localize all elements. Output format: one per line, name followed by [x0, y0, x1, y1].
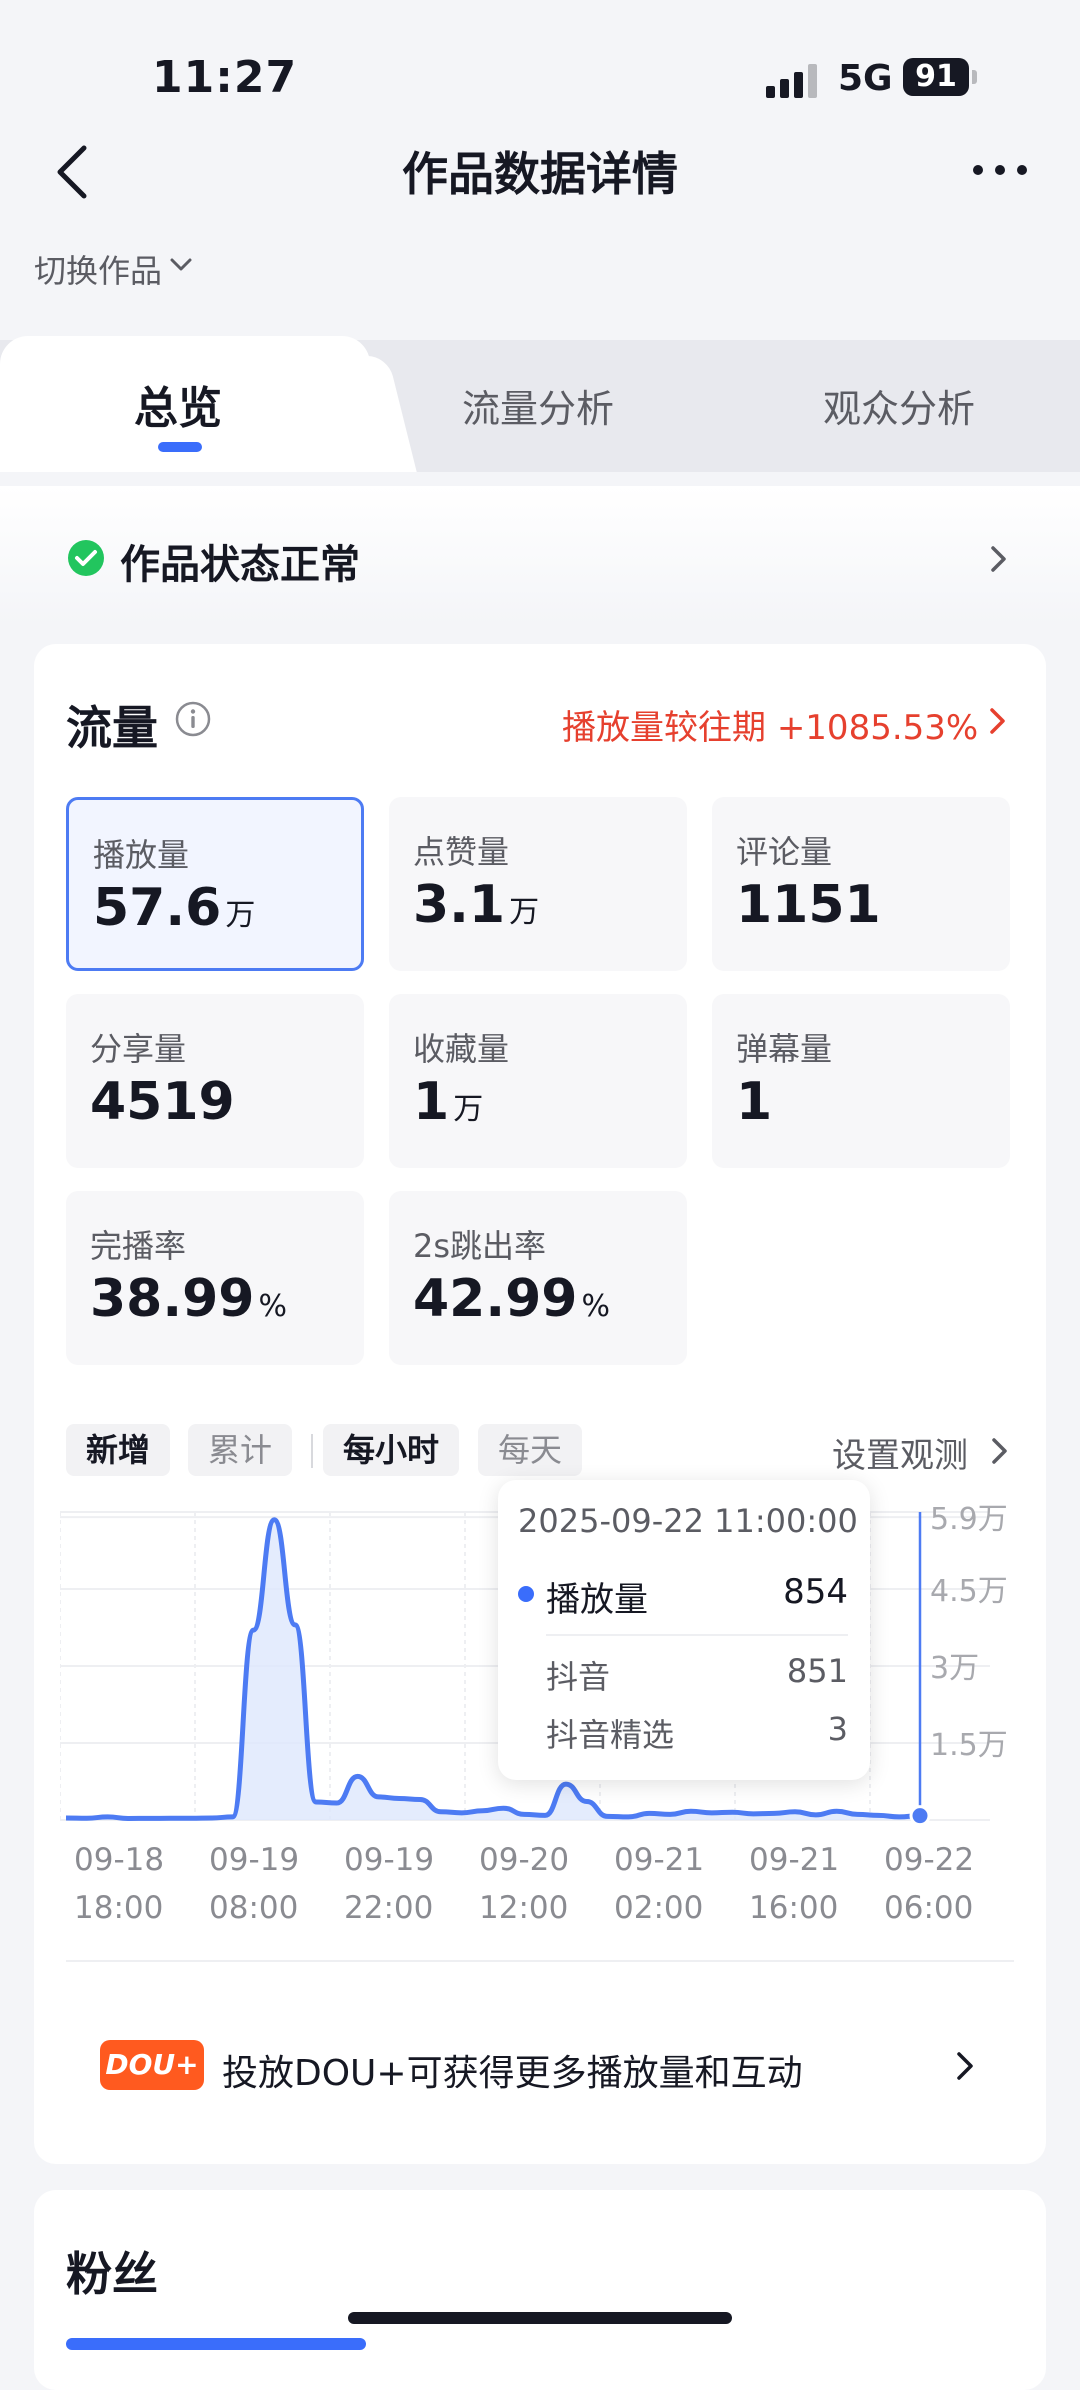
info-icon[interactable]	[174, 700, 212, 738]
x-tick-label: 09-21	[749, 1842, 839, 1878]
tooltip-series-label: 播放量	[546, 1580, 648, 1620]
signal-icon	[766, 64, 817, 98]
page-title: 作品数据详情	[402, 147, 678, 201]
chevron-right-icon[interactable]	[988, 544, 1010, 574]
fans-tab-indicator	[66, 2338, 366, 2350]
metric-comment-count[interactable]: 评论量 1151	[712, 797, 1010, 971]
x-tick-label: 09-20	[479, 1842, 569, 1878]
metric-completion-rate[interactable]: 完播率 38.99%	[66, 1191, 364, 1365]
metric-label: 完播率	[90, 1227, 187, 1265]
more-dots-icon[interactable]	[970, 152, 1030, 188]
battery-tip	[972, 70, 977, 84]
home-indicator[interactable]	[348, 2312, 732, 2324]
chevron-right-icon[interactable]	[954, 2050, 976, 2082]
dou-plus-badge: DOU+	[100, 2040, 204, 2090]
x-tick-label: 09-18	[74, 1842, 164, 1878]
metric-favorite-count[interactable]: 收藏量 1万	[389, 994, 687, 1168]
metric-danmaku-count[interactable]: 弹幕量 1	[712, 994, 1010, 1168]
traffic-title: 流量	[66, 701, 158, 755]
check-circle-icon	[68, 540, 104, 576]
pill-separator	[311, 1434, 313, 1468]
y-tick-label: 3万	[930, 1651, 979, 1686]
x-tick-label: 02:00	[614, 1890, 703, 1926]
metric-label: 收藏量	[413, 1030, 510, 1068]
mode-cumulative-button[interactable]: 累计	[188, 1424, 293, 1476]
tooltip-breakdown-value: 3	[827, 1710, 848, 1748]
network-label: 5G	[838, 58, 893, 99]
chevron-down-icon[interactable]	[170, 256, 192, 274]
metric-value: 3.1 万	[413, 875, 540, 935]
metric-value: 42.99%	[413, 1269, 610, 1329]
chevron-right-icon[interactable]	[988, 706, 1008, 736]
comparison-value: +1085.53%	[776, 708, 979, 748]
x-tick-label: 09-21	[614, 1842, 704, 1878]
work-status-label: 作品状态正常	[120, 542, 360, 588]
tab-audience-analysis[interactable]: 观众分析	[823, 378, 975, 433]
tooltip-breakdown-label: 抖音	[546, 1658, 611, 1696]
x-tick-label: 09-22	[884, 1842, 974, 1878]
play-comparison-link[interactable]: 播放量较往期 +1085.53%	[562, 700, 978, 749]
mode-new-button[interactable]: 新增	[66, 1424, 171, 1476]
metric-label: 分享量	[90, 1030, 187, 1068]
dou-plus-promo-text[interactable]: 投放DOU+可获得更多播放量和互动	[222, 2044, 803, 2096]
tooltip-breakdown-value: 851	[786, 1652, 848, 1690]
x-tick-label: 09-19	[344, 1842, 434, 1878]
metric-label: 点赞量	[413, 833, 510, 871]
metric-label: 评论量	[736, 833, 833, 871]
x-tick-label: 08:00	[209, 1890, 298, 1926]
metric-value: 57.6 万	[93, 878, 256, 938]
metric-label: 2s跳出率	[413, 1227, 547, 1265]
series-dot	[518, 1586, 534, 1602]
x-tick-label: 09-19	[209, 1842, 299, 1878]
tooltip-breakdown-label: 抖音精选	[546, 1716, 675, 1754]
tooltip-datetime: 2025-09-22 11:00:00	[518, 1502, 858, 1540]
tab-indicator	[158, 442, 202, 452]
metric-share-count[interactable]: 分享量 4519	[66, 994, 364, 1168]
fans-card	[34, 2190, 1046, 2390]
tab-traffic-analysis[interactable]: 流量分析	[462, 378, 614, 433]
x-tick-label: 22:00	[344, 1890, 433, 1926]
metric-value: 38.99%	[90, 1269, 287, 1329]
metric-label: 弹幕量	[736, 1030, 833, 1068]
fans-title: 粉丝	[66, 2247, 158, 2301]
section-divider	[66, 1960, 1014, 1962]
tooltip-divider	[546, 1634, 848, 1636]
metric-value: 1151	[736, 875, 881, 935]
y-tick-label: 5.9万	[930, 1502, 1008, 1537]
metric-2s-bounce-rate[interactable]: 2s跳出率 42.99%	[389, 1191, 687, 1365]
x-tick-label: 06:00	[884, 1890, 973, 1926]
x-tick-label: 12:00	[479, 1890, 568, 1926]
highlight-point	[909, 1805, 931, 1827]
period-daily-button[interactable]: 每天	[478, 1424, 583, 1476]
y-tick-label: 1.5万	[930, 1728, 1008, 1763]
tooltip-series-value: 854	[783, 1572, 848, 1612]
status-time: 11:27	[152, 52, 298, 103]
x-tick-label: 18:00	[74, 1890, 163, 1926]
y-tick-label: 4.5万	[930, 1574, 1008, 1609]
metric-value: 1	[736, 1072, 773, 1132]
comparison-label: 播放量较往期	[562, 708, 766, 748]
metric-value: 1万	[413, 1072, 484, 1132]
metric-play-count[interactable]: 播放量 57.6 万	[66, 797, 364, 971]
chevron-right-icon[interactable]	[990, 1436, 1010, 1466]
metric-label: 播放量	[93, 836, 190, 874]
switch-work-button[interactable]: 切换作品	[34, 246, 162, 292]
chart-tooltip: 2025-09-22 11:00:00 播放量 854 抖音 851 抖音精选 …	[498, 1480, 870, 1780]
period-hourly-button[interactable]: 每小时	[323, 1424, 460, 1476]
metric-value: 4519	[90, 1072, 235, 1132]
battery-indicator: 91	[903, 58, 969, 96]
set-observation-link[interactable]: 设置观测	[832, 1428, 968, 1477]
metric-like-count[interactable]: 点赞量 3.1 万	[389, 797, 687, 971]
tab-overview[interactable]: 总览	[134, 372, 222, 436]
x-tick-label: 16:00	[749, 1890, 838, 1926]
